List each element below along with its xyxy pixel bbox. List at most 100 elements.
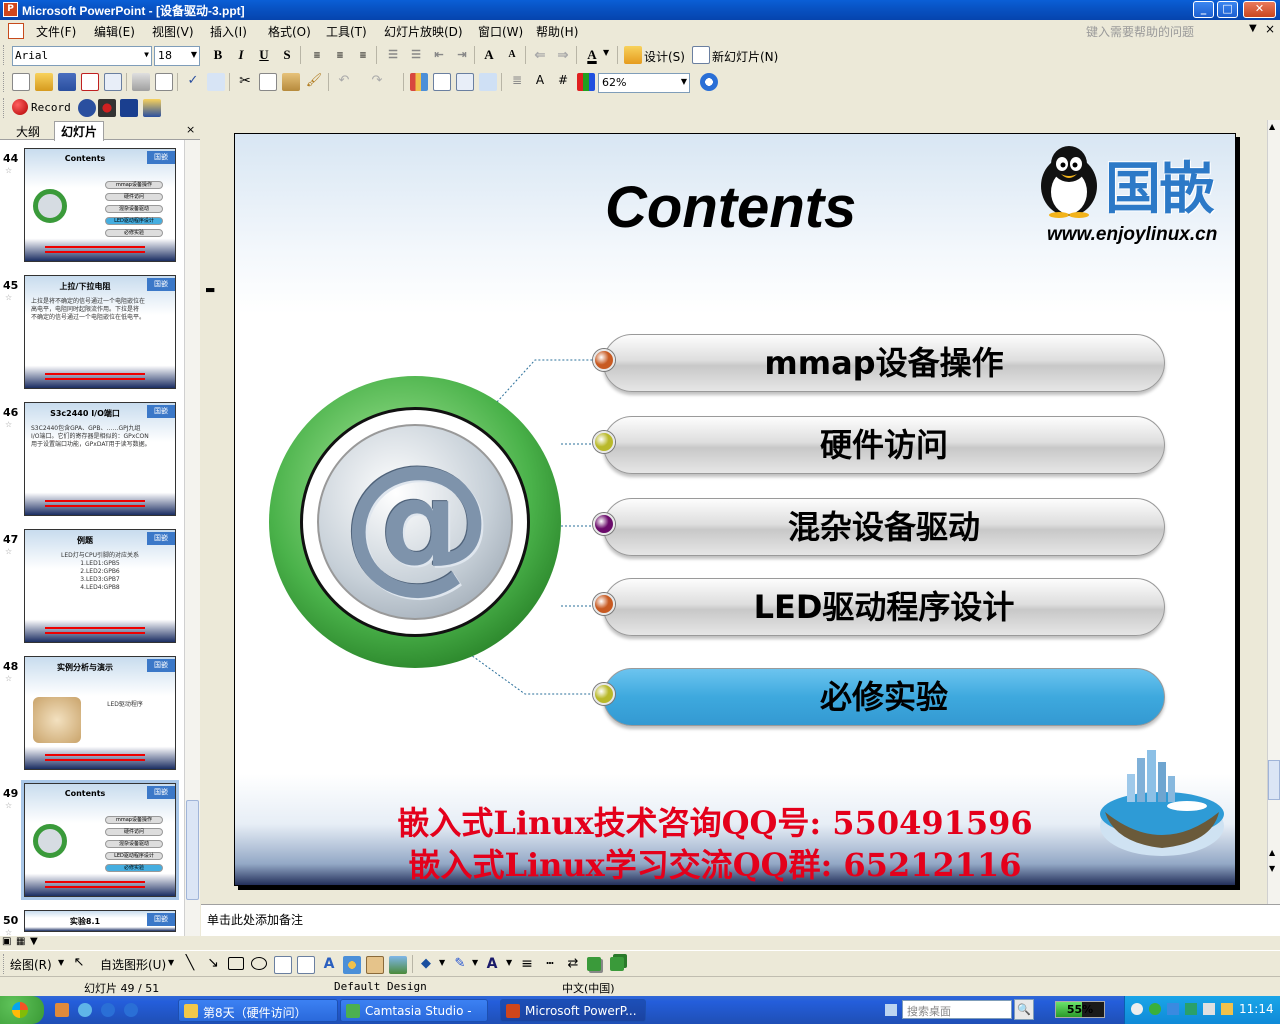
textbox-icon[interactable]: [274, 956, 292, 974]
slideshow-view-icon[interactable]: ▼: [30, 936, 38, 947]
pane-splitter-arrow-icon[interactable]: ▬: [205, 283, 215, 296]
increase-font-size-icon[interactable]: A: [480, 46, 498, 64]
font-color-icon[interactable]: A: [583, 46, 601, 64]
tray-icon[interactable]: [1131, 1003, 1143, 1015]
slide-thumbnail[interactable]: Contents 国嵌 mmap设备操作 硬件访问 混杂设备驱动 LED驱动程序设计 必修实…: [24, 148, 176, 262]
chevron-down-icon[interactable]: ▼: [168, 958, 174, 967]
contents-item[interactable]: 混杂设备驱动: [603, 498, 1165, 556]
new-slide-icon[interactable]: [692, 46, 710, 64]
ie-icon[interactable]: [101, 1003, 115, 1017]
save-icon[interactable]: [58, 73, 76, 91]
scroll-up-icon[interactable]: ▲: [1269, 122, 1275, 131]
slide-thumbnail[interactable]: 实例分析与演示 国嵌 LED驱动程序: [24, 656, 176, 770]
insert-chart-icon[interactable]: [410, 73, 428, 91]
close-document-icon[interactable]: ×: [1265, 22, 1275, 36]
shadow-button[interactable]: S: [278, 46, 296, 64]
color-grayscale-icon[interactable]: [577, 73, 595, 91]
bullets-icon[interactable]: ☰: [407, 46, 425, 64]
align-right-icon[interactable]: ≡: [354, 46, 372, 64]
menu-help[interactable]: 帮助(H): [536, 23, 578, 40]
desktop-search-input[interactable]: 搜索桌面: [902, 1000, 1012, 1019]
tab-outline[interactable]: 大纲: [16, 123, 40, 140]
redo-icon[interactable]: ↷: [368, 73, 386, 91]
help-search-input[interactable]: 键入需要帮助的问题: [1086, 23, 1256, 40]
undo-icon[interactable]: ↶: [335, 73, 353, 91]
diagram-icon[interactable]: [343, 956, 361, 974]
font-color-dropdown-icon[interactable]: ▼: [603, 48, 609, 57]
maximize-button[interactable]: □: [1217, 1, 1238, 18]
task-folder[interactable]: 第8天（硬件访问）: [178, 999, 338, 1022]
task-camtasia[interactable]: Camtasia Studio - ...: [340, 999, 488, 1024]
contents-item[interactable]: 硬件访问: [603, 416, 1165, 474]
search-button[interactable]: 🔍: [1014, 999, 1034, 1020]
oval-icon[interactable]: [251, 957, 267, 970]
record-button[interactable]: Record: [31, 101, 71, 114]
new-icon[interactable]: [12, 73, 30, 91]
notes-pane[interactable]: 单击此处添加备注: [201, 904, 1280, 936]
new-slide-button[interactable]: 新幻灯片(N): [712, 48, 778, 65]
ie-quicklaunch-icon[interactable]: [78, 1003, 92, 1017]
shield-icon[interactable]: [1185, 1003, 1197, 1015]
slide-scrollbar[interactable]: ▲ ▲ ▼: [1267, 120, 1280, 904]
menu-window[interactable]: 窗口(W): [478, 23, 523, 40]
toolbar-grip[interactable]: [3, 98, 6, 118]
email-icon[interactable]: [104, 73, 122, 91]
zoom-select[interactable]: 62% ▼: [598, 73, 690, 93]
slide-canvas[interactable]: 国嵌 www.enjoylinux.cn Contents @ mmap设备操作…: [234, 133, 1236, 886]
expand-all-icon[interactable]: ≣: [508, 73, 526, 91]
menu-view[interactable]: 视图(V): [152, 23, 194, 40]
insert-table-icon[interactable]: [433, 73, 451, 91]
bold-button[interactable]: B: [209, 46, 227, 64]
minimize-button[interactable]: _: [1193, 1, 1214, 18]
font-color-icon[interactable]: A: [483, 956, 501, 974]
document-icon[interactable]: [8, 23, 24, 39]
font-color-dropdown-icon[interactable]: ▼: [506, 958, 512, 967]
autoshapes-button[interactable]: 自选图形(U): [100, 956, 166, 973]
network-icon[interactable]: [1149, 1003, 1161, 1015]
insert-hyperlink-icon[interactable]: [479, 73, 497, 91]
line-color-icon[interactable]: ✎: [451, 956, 469, 974]
quicklaunch-icon[interactable]: [55, 1003, 69, 1017]
align-left-icon[interactable]: ≡: [308, 46, 326, 64]
help-dropdown-icon[interactable]: ▼: [1249, 23, 1257, 34]
contents-item[interactable]: mmap设备操作: [603, 334, 1165, 392]
menu-format[interactable]: 格式(O): [268, 23, 311, 40]
contents-item[interactable]: 必修实验: [603, 668, 1165, 726]
shadow-style-icon[interactable]: [587, 957, 601, 971]
menu-slideshow[interactable]: 幻灯片放映(D): [384, 23, 463, 40]
ime-icon[interactable]: [1221, 1003, 1233, 1015]
scrollbar-thumb[interactable]: [1268, 760, 1280, 800]
desktop-search-icon[interactable]: [885, 1004, 897, 1016]
previous-slide-icon[interactable]: ▲: [1269, 848, 1275, 857]
slide-thumbnail[interactable]: 例题 国嵌 LED灯与CPU引脚的对应关系 1.LED1:GPB5 2.LED2:GPB…: [24, 529, 176, 643]
powerpoint-app-icon[interactable]: P: [3, 2, 18, 17]
design-button[interactable]: 设计(S): [644, 48, 685, 65]
underline-button[interactable]: U: [255, 46, 273, 64]
menu-insert[interactable]: 插入(I): [210, 23, 247, 40]
dash-style-icon[interactable]: ┅: [541, 956, 559, 974]
tables-borders-icon[interactable]: [456, 73, 474, 91]
next-slide-icon[interactable]: ▼: [1269, 864, 1275, 873]
arrow-icon[interactable]: ↘: [204, 955, 222, 973]
show-formatting-icon[interactable]: A: [531, 73, 549, 91]
print-preview-icon[interactable]: [155, 73, 173, 91]
3d-style-icon[interactable]: [610, 957, 624, 971]
close-pane-icon[interactable]: ×: [186, 123, 195, 136]
decrease-font-size-icon[interactable]: A: [503, 46, 521, 64]
line-icon[interactable]: ╲: [181, 955, 199, 973]
start-button[interactable]: [0, 996, 44, 1024]
toolbar-grip[interactable]: [3, 45, 6, 65]
insert-picture-icon[interactable]: [389, 956, 407, 974]
line-style-icon[interactable]: ≡: [518, 956, 536, 974]
spelling-icon[interactable]: ✓: [184, 73, 202, 91]
line-color-dropdown-icon[interactable]: ▼: [472, 958, 478, 967]
decrease-indent-icon[interactable]: ⇤: [430, 46, 448, 64]
menu-tools[interactable]: 工具(T): [326, 23, 367, 40]
toolbar-grip[interactable]: [3, 954, 6, 974]
record-icon[interactable]: [12, 99, 28, 115]
numbering-icon[interactable]: ☰: [384, 46, 402, 64]
arrow-style-icon[interactable]: ⇄: [564, 956, 582, 974]
help-icon[interactable]: [700, 73, 718, 91]
show-grid-icon[interactable]: #: [554, 73, 572, 91]
volume-icon[interactable]: [1203, 1003, 1215, 1015]
